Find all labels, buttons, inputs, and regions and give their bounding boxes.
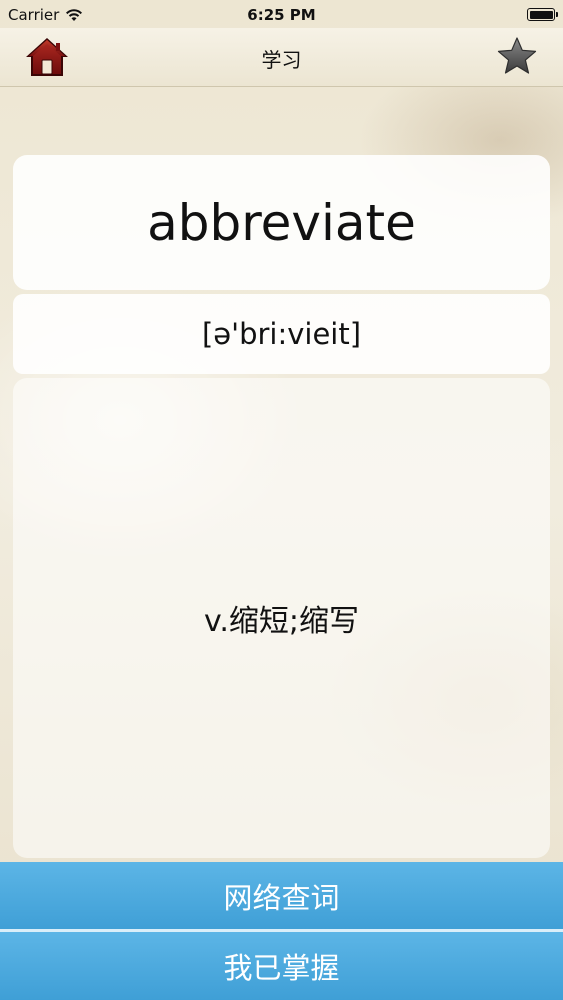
star-icon — [497, 37, 537, 74]
phonetic-text: [ə'bri:vieit] — [201, 317, 362, 351]
status-bar: Carrier 6:25 PM — [0, 0, 563, 30]
word-card: abbreviate — [13, 155, 550, 290]
phonetic-card: [ə'bri:vieit] — [13, 294, 550, 374]
word-text: abbreviate — [147, 193, 416, 252]
battery-icon — [527, 8, 558, 21]
page-title: 学习 — [261, 48, 302, 72]
web-lookup-label: 网络查词 — [223, 881, 340, 915]
navigation-bar: 学习 — [0, 28, 563, 87]
mastered-button[interactable]: 我已掌握 — [0, 932, 563, 1000]
battery-tip — [555, 12, 558, 17]
battery-level — [529, 10, 553, 19]
status-time: 6:25 PM — [247, 6, 316, 24]
meaning-card: v.缩短;缩写 — [13, 378, 550, 858]
meaning-text: v.缩短;缩写 — [203, 604, 360, 639]
web-lookup-button[interactable]: 网络查词 — [0, 862, 563, 930]
favorite-button[interactable] — [497, 36, 537, 76]
mastered-label: 我已掌握 — [223, 951, 340, 985]
